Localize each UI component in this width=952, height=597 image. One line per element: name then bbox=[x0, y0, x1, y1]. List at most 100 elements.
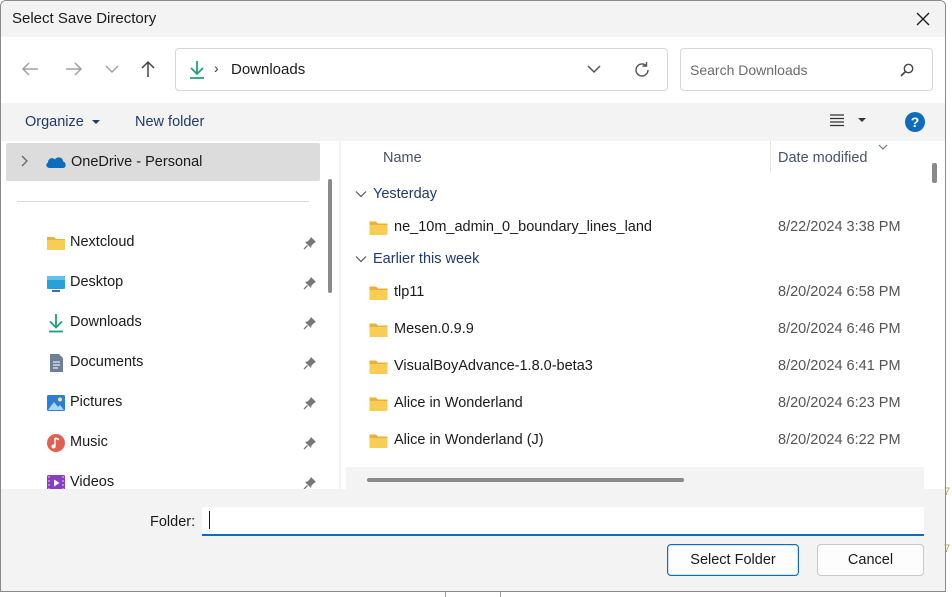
file-name: Alice in Wonderland bbox=[394, 395, 523, 411]
file-row[interactable]: VisualBoyAdvance-1.8.0-beta3 8/20/2024 6… bbox=[341, 350, 921, 384]
sidebar-divider bbox=[17, 201, 309, 202]
file-name: Mesen.0.9.9 bbox=[394, 321, 474, 337]
file-date-modified: 8/20/2024 6:41 PM bbox=[778, 358, 901, 374]
sidebar-item-downloads[interactable]: Downloads bbox=[1, 305, 321, 341]
search-icon[interactable] bbox=[900, 63, 914, 77]
select-directory-dialog: Select Save Directory › Downloads Search… bbox=[0, 0, 946, 592]
background-text: 7 bbox=[944, 543, 951, 555]
new-folder-button[interactable]: New folder bbox=[135, 114, 204, 130]
organize-menu[interactable]: Organize bbox=[25, 114, 101, 130]
sidebar-item-label: Nextcloud bbox=[70, 234, 135, 250]
file-row[interactable]: ne_10m_admin_0_boundary_lines_land 8/22/… bbox=[341, 211, 921, 245]
chevron-down-icon bbox=[355, 191, 367, 198]
forward-button[interactable] bbox=[62, 57, 86, 81]
sidebar-item-label: Music bbox=[70, 434, 108, 450]
navigation-pane: OneDrive - Personal Nextcloud Desktop Do… bbox=[1, 141, 339, 489]
folder-icon bbox=[369, 397, 388, 411]
background-window-edge bbox=[946, 0, 952, 597]
file-name: ne_10m_admin_0_boundary_lines_land bbox=[394, 219, 652, 235]
file-row[interactable]: Alice in Wonderland (J) 8/20/2024 6:22 P… bbox=[341, 424, 921, 458]
file-date-modified: 8/20/2024 6:46 PM bbox=[778, 321, 901, 337]
up-button[interactable] bbox=[136, 57, 160, 81]
folder-icon bbox=[369, 434, 388, 448]
sidebar-scrollbar[interactable] bbox=[328, 179, 332, 293]
folder-icon bbox=[369, 360, 388, 374]
chevron-down-icon[interactable] bbox=[586, 63, 602, 75]
sidebar-item-label: Desktop bbox=[70, 274, 124, 290]
file-name: Alice in Wonderland (J) bbox=[394, 432, 544, 448]
sidebar-item-onedrive[interactable]: OneDrive - Personal bbox=[6, 143, 320, 181]
close-button[interactable] bbox=[909, 5, 937, 33]
column-header-date-modified[interactable]: Date modified bbox=[778, 150, 867, 166]
folder-icon bbox=[369, 221, 388, 235]
file-name: tlp11 bbox=[394, 284, 425, 300]
sidebar-item-documents[interactable]: Documents bbox=[1, 345, 321, 381]
pin-icon bbox=[303, 317, 316, 330]
folder-field-label: Folder: bbox=[150, 514, 196, 530]
group-label: Yesterday bbox=[373, 186, 437, 202]
group-header-yesterday[interactable]: Yesterday bbox=[355, 186, 437, 202]
file-date-modified: 8/20/2024 6:58 PM bbox=[778, 284, 901, 300]
sidebar-item-label: Downloads bbox=[70, 314, 142, 330]
recent-locations-button[interactable] bbox=[100, 57, 124, 81]
documents-icon bbox=[50, 354, 63, 372]
file-date-modified: 8/22/2024 3:38 PM bbox=[778, 219, 901, 235]
sidebar-item-music[interactable]: Music bbox=[1, 425, 321, 461]
pin-icon bbox=[303, 397, 316, 410]
download-icon bbox=[49, 314, 63, 333]
search-input[interactable] bbox=[690, 59, 890, 81]
folder-icon bbox=[369, 286, 388, 300]
file-row[interactable]: Mesen.0.9.9 8/20/2024 6:46 PM bbox=[341, 313, 921, 347]
file-name: VisualBoyAdvance-1.8.0-beta3 bbox=[394, 358, 593, 374]
sidebar-item-label: Videos bbox=[70, 474, 115, 489]
chevron-down-icon bbox=[105, 65, 119, 73]
back-button[interactable] bbox=[18, 57, 42, 81]
background-divider bbox=[500, 592, 501, 597]
dialog-footer: Folder: Select Folder Cancel bbox=[1, 489, 945, 591]
file-list-pane: Name Date modified Yesterday ne_10m_admi… bbox=[341, 141, 945, 489]
file-row[interactable]: tlp11 8/20/2024 6:58 PM bbox=[341, 276, 921, 310]
help-button[interactable]: ? bbox=[905, 112, 925, 132]
videos-icon bbox=[47, 475, 65, 489]
sidebar-item-videos[interactable]: Videos bbox=[1, 465, 321, 489]
view-options-button[interactable] bbox=[829, 113, 867, 127]
pin-icon bbox=[303, 237, 316, 250]
group-header-earlier-this-week[interactable]: Earlier this week bbox=[355, 251, 479, 267]
pin-icon bbox=[303, 437, 316, 450]
select-folder-button[interactable]: Select Folder bbox=[667, 544, 799, 576]
organize-label: Organize bbox=[25, 114, 84, 130]
breadcrumb-separator-icon: › bbox=[214, 60, 219, 76]
pictures-icon bbox=[47, 395, 65, 411]
pin-icon bbox=[303, 277, 316, 290]
folder-name-input[interactable] bbox=[202, 507, 924, 536]
sidebar-item-nextcloud[interactable]: Nextcloud bbox=[1, 225, 321, 261]
chevron-down-icon bbox=[355, 256, 367, 263]
navigation-bar: › Downloads bbox=[1, 37, 945, 103]
refresh-icon[interactable] bbox=[633, 61, 651, 79]
sidebar-item-pictures[interactable]: Pictures bbox=[1, 385, 321, 421]
chevron-right-icon[interactable] bbox=[20, 155, 28, 167]
caret-down-icon bbox=[91, 120, 100, 124]
file-list-vertical-scrollbar[interactable] bbox=[932, 163, 937, 183]
sidebar-item-label: OneDrive - Personal bbox=[71, 154, 203, 170]
sidebar-item-label: Documents bbox=[70, 354, 144, 370]
sidebar-item-desktop[interactable]: Desktop bbox=[1, 265, 321, 301]
column-divider[interactable] bbox=[770, 141, 771, 173]
breadcrumb-current[interactable]: Downloads bbox=[231, 61, 305, 78]
desktop-icon bbox=[47, 276, 65, 292]
command-bar: Organize New folder ? bbox=[1, 103, 945, 141]
file-date-modified: 8/20/2024 6:23 PM bbox=[778, 395, 901, 411]
file-date-modified: 8/20/2024 6:22 PM bbox=[778, 432, 901, 448]
address-bar[interactable]: › Downloads bbox=[175, 48, 668, 91]
cancel-button[interactable]: Cancel bbox=[817, 544, 924, 576]
background-window-bottom bbox=[0, 592, 952, 597]
music-icon bbox=[47, 434, 65, 452]
search-box[interactable] bbox=[680, 48, 933, 91]
arrow-right-icon bbox=[66, 62, 83, 76]
file-list-horizontal-scrollbar[interactable] bbox=[367, 478, 684, 482]
background-text: 7 bbox=[944, 486, 951, 498]
file-row[interactable]: Alice in Wonderland 8/20/2024 6:23 PM bbox=[341, 387, 921, 421]
background-divider bbox=[445, 592, 446, 597]
folder-icon bbox=[47, 237, 65, 250]
column-header-name[interactable]: Name bbox=[383, 150, 422, 166]
